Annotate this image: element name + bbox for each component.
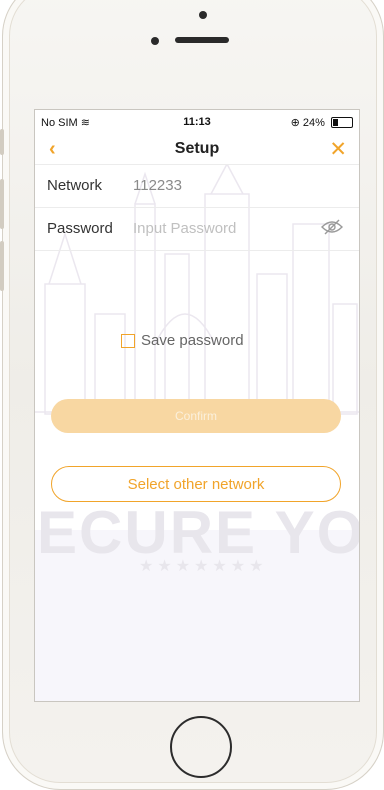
earpiece — [175, 37, 229, 43]
eye-slash-icon[interactable] — [321, 219, 343, 240]
front-camera — [151, 37, 159, 45]
network-value: 112233 — [133, 177, 182, 194]
mute-switch — [0, 129, 4, 155]
watermark-stars: ★★★★★★★ — [139, 558, 268, 575]
close-icon[interactable]: ✕ — [329, 137, 347, 162]
network-label: Network — [47, 177, 103, 194]
battery-icon — [331, 117, 353, 129]
password-row[interactable]: Password Input Password — [35, 208, 359, 251]
select-other-network-button[interactable]: Select other network — [51, 466, 341, 502]
clock-text: 11:13 — [183, 116, 211, 128]
page-title: Setup — [174, 140, 220, 157]
proximity-sensor — [199, 11, 207, 19]
volume-down-button — [0, 241, 4, 291]
volume-up-button — [0, 179, 4, 229]
password-label: Password — [47, 220, 113, 237]
status-bar: No SIM ≋ 11:13 ⊕ 24% — [35, 110, 359, 134]
nav-bar: ‹ Setup ✕ — [35, 134, 359, 165]
password-input[interactable]: Input Password — [133, 220, 236, 237]
save-password-option[interactable]: Save password — [121, 332, 244, 349]
app-screen: SECURE YOU ★★★★★★★ No SIM ≋ 11:13 ⊕ 24% — [34, 109, 360, 702]
save-password-label: Save password — [141, 332, 244, 349]
network-row: Network 112233 — [35, 165, 359, 208]
home-button[interactable] — [170, 716, 232, 778]
save-password-checkbox[interactable] — [121, 333, 135, 348]
confirm-button[interactable]: Confirm — [51, 399, 341, 433]
